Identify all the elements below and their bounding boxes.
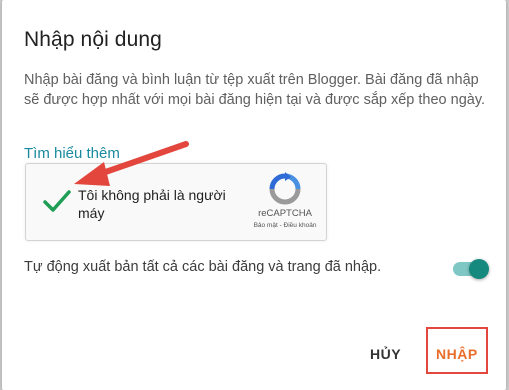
dialog-description: Nhập bài đăng và bình luận từ tệp xuất t…	[24, 72, 486, 108]
recaptcha-terms[interactable]: Bảo mật - Điều khoản	[244, 222, 326, 229]
auto-publish-toggle[interactable]	[453, 258, 489, 279]
recaptcha-widget[interactable]: Tôi không phải là người máy reCAPTCHA Bả…	[25, 163, 327, 241]
toggle-thumb[interactable]	[469, 259, 489, 279]
recaptcha-logo-icon	[269, 172, 301, 205]
learn-more-link[interactable]: Tìm hiểu thêm	[24, 145, 120, 162]
checkmark-icon[interactable]	[40, 184, 74, 218]
cancel-button[interactable]: HỦY	[370, 346, 401, 362]
dialog-title: Nhập nội dung	[24, 28, 162, 51]
recaptcha-brand: reCAPTCHA	[258, 208, 312, 219]
import-dialog: Nhập nội dung Nhập bài đăng và bình luận…	[2, 0, 506, 390]
import-button[interactable]: NHẬP	[436, 346, 478, 362]
recaptcha-label: Tôi không phải là người máy	[78, 187, 226, 221]
auto-publish-label: Tự động xuất bản tất cả các bài đăng và …	[24, 259, 382, 275]
